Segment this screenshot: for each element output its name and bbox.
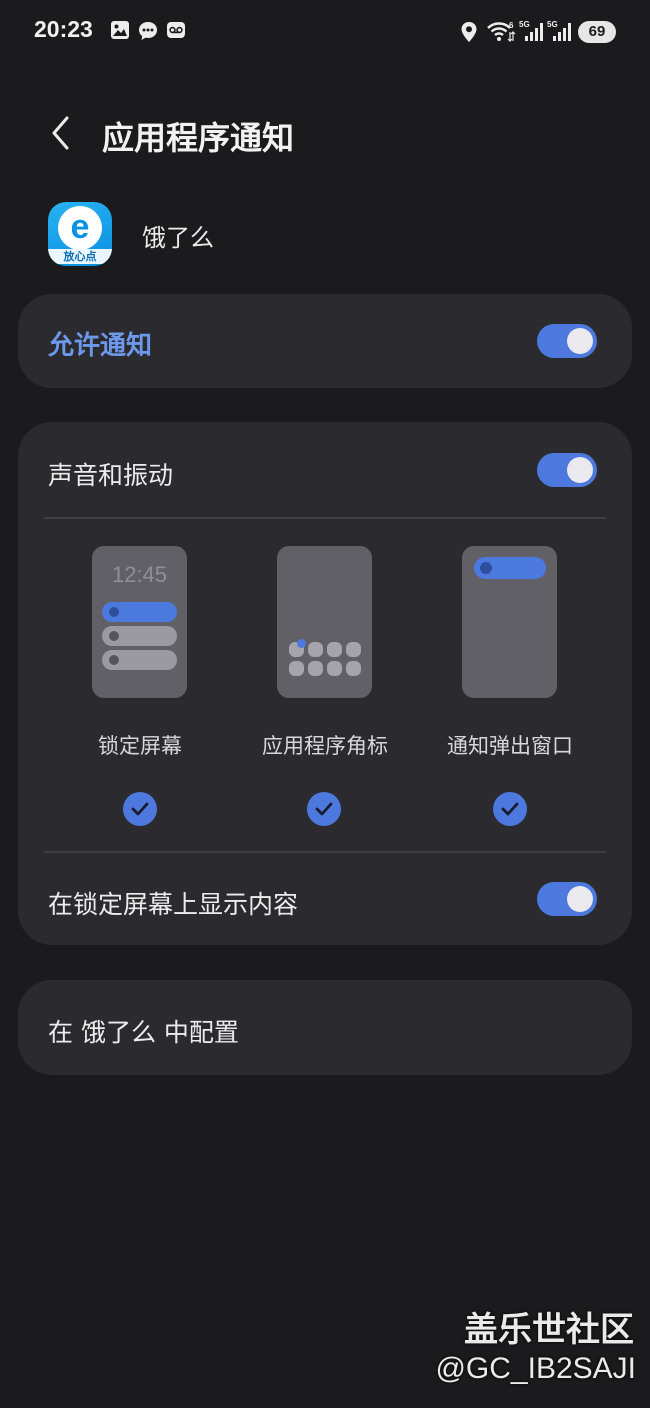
popup-label: 通知弹出窗口: [447, 734, 573, 758]
configure-in-app-row[interactable]: 在 饿了么 中配置: [18, 980, 632, 1075]
popup-checkbox[interactable]: [493, 792, 527, 826]
app-icon-caption: 放心点: [48, 249, 112, 264]
toggle-knob: [567, 328, 593, 354]
wifi-icon: 6: [486, 20, 516, 48]
sound-vibration-label: 声音和振动: [48, 461, 174, 490]
sound-vibration-toggle[interactable]: [537, 453, 597, 487]
status-bar: 20:23 6 5G 5G 69: [0, 0, 650, 62]
toggle-knob: [567, 457, 593, 483]
notification-pill: [102, 650, 177, 670]
svg-text:5G: 5G: [519, 20, 530, 29]
status-time: 20:23: [34, 16, 93, 42]
badge-dot: [297, 639, 306, 648]
show-content-lock-label: 在锁定屏幕上显示内容: [48, 890, 299, 919]
lock-screen-label: 锁定屏幕: [98, 734, 182, 758]
voicemail-icon: [166, 20, 186, 44]
divider: [44, 851, 606, 853]
signal-5g-icon: 5G: [519, 19, 545, 47]
battery-indicator: 69: [578, 21, 616, 43]
popup-pill: [474, 557, 546, 579]
app-grid-dot: [327, 661, 342, 676]
watermark-title: 盖乐世社区: [464, 1310, 634, 1350]
svg-text:6: 6: [509, 21, 514, 30]
configure-in-app-label: 在 饿了么 中配置: [48, 1018, 239, 1047]
watermark-user: @GC_IB2SAJI: [435, 1352, 636, 1385]
allow-notifications-toggle[interactable]: [537, 324, 597, 358]
app-grid-dot: [289, 661, 304, 676]
app-grid-dot: [327, 642, 342, 657]
allow-notifications-row[interactable]: 允许通知: [18, 294, 632, 388]
show-content-lock-toggle[interactable]: [537, 882, 597, 916]
notification-settings-screen: 20:23 6 5G 5G 69 应用程序通知 e 放心点 饿了么 允许通知 声…: [0, 0, 650, 1408]
svg-text:5G: 5G: [547, 20, 558, 29]
app-badge-illustration[interactable]: [277, 546, 372, 698]
app-icon: e 放心点: [48, 202, 112, 266]
app-grid-dot: [308, 642, 323, 657]
divider: [44, 517, 606, 519]
message-icon: [137, 20, 159, 46]
chevron-left-icon: [52, 116, 69, 150]
allow-notifications-label: 允许通知: [48, 331, 153, 361]
lock-screen-checkbox[interactable]: [123, 792, 157, 826]
notification-options-card: 声音和振动 12:45 锁定屏幕 应用程序角标 通知弹出窗口 在锁定屏幕上显示内…: [18, 422, 632, 945]
lock-screen-time: 12:45: [111, 562, 168, 587]
check-icon: [315, 802, 333, 816]
app-grid-dot: [308, 661, 323, 676]
notification-pill: [102, 602, 177, 622]
popup-illustration[interactable]: [462, 546, 557, 698]
app-grid-dot: [346, 661, 361, 676]
check-icon: [501, 802, 519, 816]
toggle-knob: [567, 886, 593, 912]
lock-screen-illustration[interactable]: 12:45: [92, 546, 187, 698]
app-icon-letter: e: [58, 206, 102, 250]
check-icon: [131, 802, 149, 816]
app-badge-label: 应用程序角标: [262, 734, 388, 758]
notification-pill: [102, 626, 177, 646]
app-grid-dot: [346, 642, 361, 657]
page-title: 应用程序通知: [102, 119, 295, 157]
app-badge-checkbox[interactable]: [307, 792, 341, 826]
gallery-icon: [110, 20, 130, 44]
app-name: 饿了么: [142, 224, 214, 252]
location-icon: [460, 21, 478, 47]
back-button[interactable]: [40, 110, 80, 156]
signal-5g-icon: 5G: [547, 19, 573, 47]
